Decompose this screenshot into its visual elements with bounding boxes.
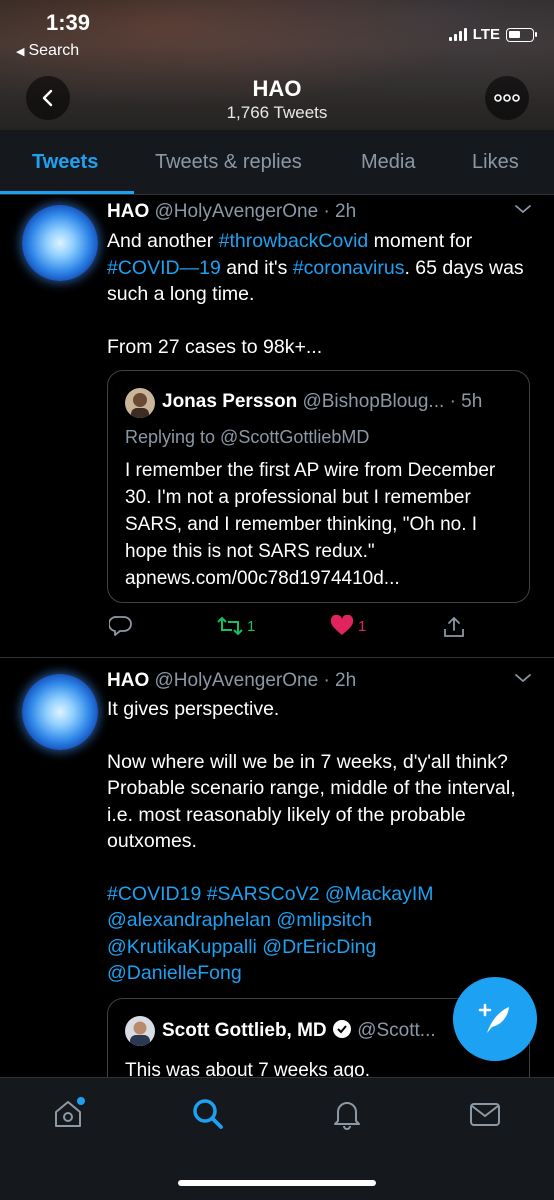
- back-label: Search: [28, 42, 80, 59]
- tweet-paragraph: From 27 cases to 98k+...: [107, 335, 323, 358]
- tab-media[interactable]: Media: [361, 130, 415, 194]
- like-count: 1: [358, 617, 367, 635]
- quote-header: Scott Gottlieb, MD @Scott...: [162, 1019, 436, 1042]
- tweet-text: And another #throwbackCovid moment for #…: [107, 228, 537, 360]
- tweet-header: HAO @HolyAvengerOne · 2h: [107, 670, 356, 692]
- tweet-actions: 1 1: [107, 615, 507, 645]
- compose-tweet-button[interactable]: [453, 977, 537, 1061]
- quote-time: · 5h: [449, 391, 483, 412]
- hashtag-link[interactable]: #coronavirus: [293, 257, 405, 279]
- back-to-search-link[interactable]: ◀ Search: [16, 42, 79, 60]
- tweet-paragraph: Now where will we be in 7 weeks, d'y'all…: [107, 750, 516, 853]
- status-time: 1:39: [46, 10, 91, 35]
- retweet-count: 1: [247, 617, 256, 635]
- text-span: and it's: [220, 256, 293, 279]
- tweet-divider: [0, 657, 554, 658]
- author-handle[interactable]: @HolyAvengerOne: [155, 201, 319, 222]
- home-indicator: [178, 1180, 376, 1186]
- more-button[interactable]: [485, 76, 529, 120]
- author-name[interactable]: HAO: [107, 670, 149, 691]
- back-triangle-icon: ◀: [16, 46, 25, 58]
- quote-text: I remember the first AP wire from Decemb…: [125, 460, 496, 589]
- quote-avatar: [125, 388, 155, 418]
- profile-tabs: Tweets Tweets & replies Media Likes: [0, 130, 554, 195]
- tab-likes[interactable]: Likes: [472, 130, 519, 194]
- quote-author-name: Scott Gottlieb, MD: [162, 1020, 327, 1041]
- author-handle[interactable]: @HolyAvengerOne: [155, 670, 319, 691]
- retweet-button[interactable]: 1: [217, 615, 255, 637]
- share-button[interactable]: [442, 615, 466, 639]
- battery-icon: [506, 27, 537, 42]
- tweet-count: 1,766 Tweets: [226, 103, 328, 122]
- chevron-down-icon: [515, 674, 531, 683]
- tab-tweets-and-replies[interactable]: Tweets & replies: [155, 130, 302, 194]
- profile-header: 1:39 ◀ Search LTE HAO 1,766 Tweets: [0, 0, 554, 130]
- nav-search[interactable]: [190, 1096, 226, 1132]
- messages-icon: [470, 1103, 500, 1126]
- reply-icon: [109, 616, 132, 636]
- signal-icon: [448, 28, 467, 41]
- text-span: moment for: [368, 230, 473, 252]
- reply-button[interactable]: [109, 615, 133, 637]
- home-icon: [55, 1097, 85, 1127]
- quote-avatar: [125, 1016, 155, 1046]
- notifications-icon: [334, 1102, 360, 1130]
- quote-author-name: Jonas Persson: [162, 391, 298, 412]
- network-label: LTE: [472, 26, 500, 43]
- hashtag-links[interactable]: #COVID19 #SARSCoV2 @MackayIM: [107, 881, 537, 908]
- status-indicators: LTE: [448, 26, 537, 43]
- tweet-text: It gives perspective. Now where will we …: [107, 696, 537, 987]
- nav-messages[interactable]: [467, 1096, 503, 1132]
- nav-notifications[interactable]: [329, 1096, 365, 1132]
- search-icon: [193, 1099, 223, 1129]
- active-tab-indicator: [0, 191, 134, 194]
- retweet-icon: [217, 616, 243, 636]
- tweet-menu-chevron[interactable]: [514, 671, 532, 689]
- heart-icon: [330, 615, 354, 635]
- replying-to: Replying to @ScottGottliebMD: [125, 427, 370, 447]
- like-button[interactable]: 1: [330, 615, 366, 637]
- chevron-down-icon: [515, 205, 531, 214]
- quote-author-handle: @Scott...: [357, 1020, 436, 1041]
- hashtag-link[interactable]: #throwbackCovid: [219, 230, 369, 252]
- mention-links[interactable]: @alexandraphelan @mlipsitch: [107, 907, 537, 934]
- quote-author-handle: @BishopBloug...: [302, 391, 445, 412]
- tweet-time: · 2h: [323, 670, 357, 691]
- quoted-tweet[interactable]: Jonas Persson @BishopBloug... · 5h Reply…: [107, 370, 530, 603]
- mention-links[interactable]: @KrutikaKuppalli @DrEricDing: [107, 934, 537, 961]
- tweet-time: · 2h: [323, 201, 357, 222]
- compose-icon: [478, 1003, 509, 1033]
- author-name[interactable]: HAO: [107, 201, 149, 222]
- avatar[interactable]: [22, 674, 98, 750]
- tweet[interactable]: HAO @HolyAvengerOne · 2h And another #th…: [0, 196, 554, 656]
- nav-home[interactable]: [50, 1096, 86, 1132]
- share-icon: [444, 616, 464, 637]
- tab-tweets[interactable]: Tweets: [32, 130, 98, 194]
- hashtag-link[interactable]: #COVID—19: [107, 257, 221, 279]
- quote-header: Jonas Persson @BishopBloug... · 5h: [162, 391, 482, 413]
- verified-badge-icon: [332, 1020, 351, 1038]
- more-icon: [494, 94, 520, 102]
- text-span: And another: [107, 230, 219, 252]
- tweet-menu-chevron[interactable]: [514, 202, 532, 220]
- profile-name: HAO: [252, 76, 302, 101]
- avatar[interactable]: [22, 205, 98, 281]
- tweet-paragraph: It gives perspective.: [107, 698, 280, 720]
- tweet-header: HAO @HolyAvengerOne · 2h: [107, 201, 356, 223]
